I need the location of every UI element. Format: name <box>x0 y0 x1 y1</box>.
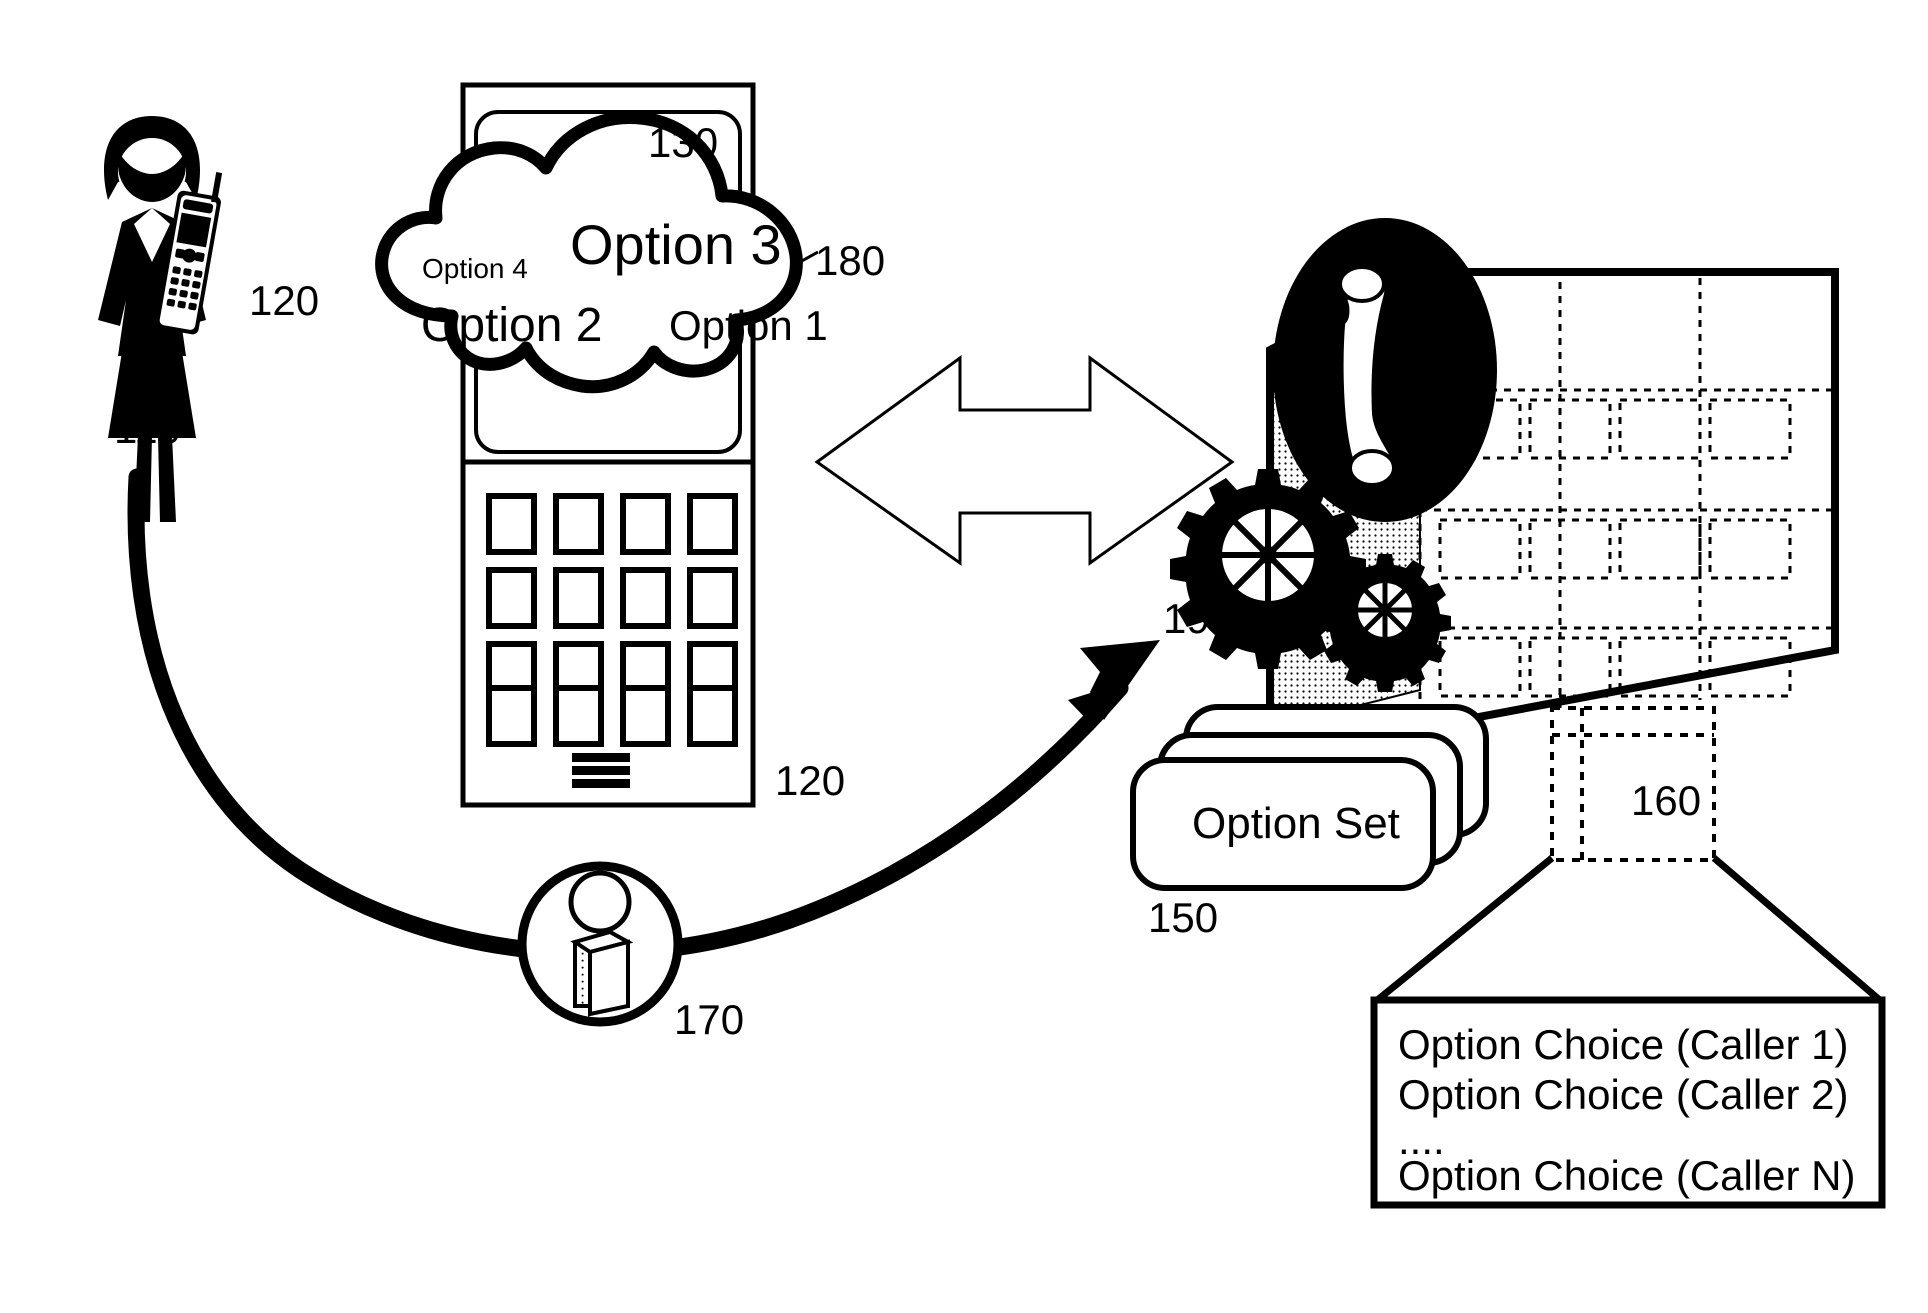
speaker-grill-icon <box>572 753 630 788</box>
cloud-option-2: Option 2 <box>421 299 603 352</box>
option-choice-line-1: Option Choice (Caller 1) <box>1398 1021 1849 1068</box>
ref-num-mobile-top: 120 <box>249 277 320 324</box>
ref-num-caller: 110 <box>114 405 181 452</box>
ref-num-gears: 190 <box>1163 595 1234 642</box>
ref-num-cloud: 130 <box>648 119 719 166</box>
ref-num-mobile-bottom: 120 <box>775 757 846 804</box>
telephone-handset-icon <box>1273 218 1497 522</box>
bidirectional-arrow-icon <box>814 355 1235 566</box>
option-choice-line-2: Option Choice (Caller 2) <box>1398 1071 1849 1118</box>
ref-num-user-node: 170 <box>674 996 745 1043</box>
user-node-icon <box>517 861 683 1027</box>
patent-diagram-canvas: 110 120 120 130 180 140 190 150 160 170 … <box>0 0 1928 1313</box>
option-set-label: Option Set <box>1192 799 1400 848</box>
option-set-card-stack <box>1130 704 1489 891</box>
ref-num-option-choice-store: 160 <box>1631 777 1702 824</box>
ref-num-server: 140 <box>1281 287 1352 334</box>
cloud-option-3: Option 3 <box>570 213 782 276</box>
cloud-option-1: Option 1 <box>669 302 828 349</box>
cloud-option-4: Option 4 <box>422 253 528 284</box>
ref-num-option-sets: 150 <box>1148 894 1219 941</box>
ref-num-option-list: 180 <box>815 237 886 284</box>
option-choice-line-n: Option Choice (Caller N) <box>1398 1152 1856 1199</box>
